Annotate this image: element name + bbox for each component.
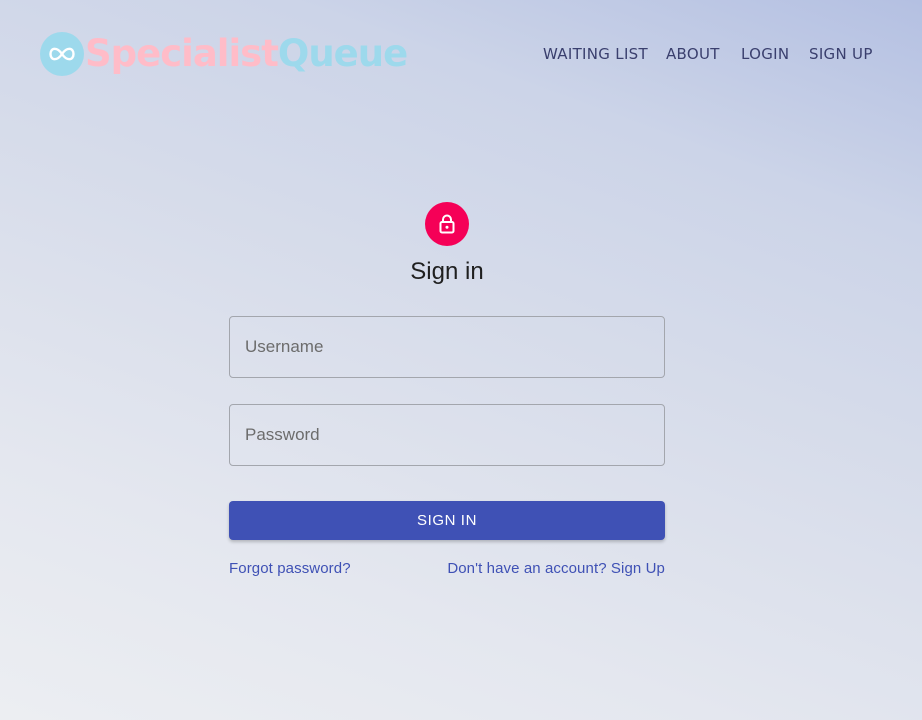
password-field-container xyxy=(229,404,665,466)
brand-name-part2: Queue xyxy=(277,32,408,75)
username-field-container xyxy=(229,316,665,378)
nav-waiting-list[interactable]: WAITING LIST xyxy=(543,43,648,65)
brand-logo[interactable]: SpecialistQueue xyxy=(40,31,408,77)
page-title: Sign in xyxy=(410,258,484,285)
app-header: SpecialistQueue WAITING LIST ABOUT LOGIN… xyxy=(0,0,922,108)
sign-in-button[interactable]: SIGN IN xyxy=(229,501,665,540)
nav-login[interactable]: LOGIN xyxy=(741,43,789,65)
nav-sign-up[interactable]: SIGN UP xyxy=(809,43,873,65)
brand-name: SpecialistQueue xyxy=(85,31,408,77)
brand-name-part1: Specialist xyxy=(85,32,279,75)
forgot-password-link[interactable]: Forgot password? xyxy=(229,559,351,579)
username-input[interactable] xyxy=(230,317,664,377)
nav-about[interactable]: ABOUT xyxy=(666,43,720,65)
sign-up-link[interactable]: Don't have an account? Sign Up xyxy=(447,559,665,579)
password-input[interactable] xyxy=(230,405,664,465)
lock-icon xyxy=(425,202,469,246)
infinity-icon xyxy=(40,32,84,76)
